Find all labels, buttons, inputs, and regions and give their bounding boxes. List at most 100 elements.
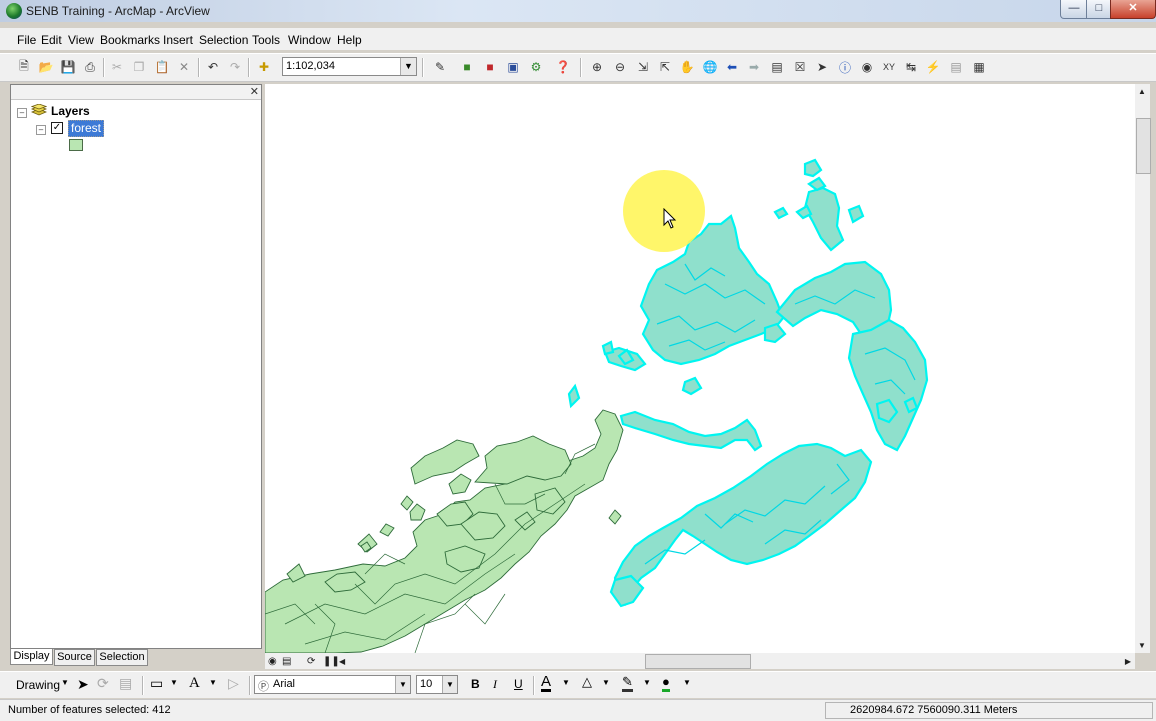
fixed-zoom-in-icon[interactable]: ⇲ xyxy=(634,58,652,76)
font-size-dropdown[interactable]: 10 ▼ xyxy=(416,675,458,694)
select-elements-arrow-icon[interactable]: ➤ xyxy=(813,58,831,76)
html-popup-icon[interactable]: ▤ xyxy=(947,58,965,76)
create-viewer-window-icon[interactable]: ▦ xyxy=(970,58,988,76)
undo-icon[interactable]: ↶ xyxy=(204,58,222,76)
paste-icon[interactable]: 📋 xyxy=(153,58,171,76)
menu-tools[interactable]: Tools xyxy=(252,33,280,47)
chevron-down-icon[interactable]: ▼ xyxy=(562,678,570,687)
select-by-rectangle-icon[interactable]: ▤ xyxy=(768,58,786,76)
collapse-layers-icon[interactable]: – xyxy=(17,108,27,118)
pause-drawing-icon[interactable]: ❚❚ xyxy=(323,656,340,667)
text-tool[interactable]: A xyxy=(189,675,200,692)
clear-selection-icon[interactable]: ☒ xyxy=(791,58,809,76)
identify-info-icon[interactable]: ⓘ xyxy=(836,58,854,76)
fill-color-bucket-icon[interactable]: △ xyxy=(582,674,592,692)
drawing-menu[interactable]: Drawing xyxy=(16,678,60,692)
arccatalog-icon[interactable]: ■ xyxy=(458,58,476,76)
chevron-down-icon[interactable]: ▼ xyxy=(442,676,457,693)
open-folder-icon[interactable]: 📂 xyxy=(37,58,55,76)
table-of-contents: ✕ – Layers – ✓ forest xyxy=(10,84,262,649)
save-icon[interactable]: 💾 xyxy=(59,58,77,76)
horizontal-scroll-thumb[interactable] xyxy=(645,654,751,669)
map-display[interactable] xyxy=(265,84,1135,653)
data-view-icon[interactable]: ◉ xyxy=(268,656,277,667)
menu-window[interactable]: Window xyxy=(288,33,331,47)
cut-icon[interactable]: ✂ xyxy=(108,58,126,76)
fixed-zoom-out-icon[interactable]: ⇱ xyxy=(656,58,674,76)
menu-view[interactable]: View xyxy=(68,33,94,47)
pan-hand-icon[interactable]: ✋ xyxy=(678,58,696,76)
zoom-in-icon[interactable]: ⊕ xyxy=(588,58,606,76)
toolbar-separator xyxy=(422,58,424,77)
cursor-coordinates: 2620984.672 7560090.311 Meters xyxy=(850,704,1018,716)
hyperlink-lightning-icon[interactable]: ⚡ xyxy=(924,58,942,76)
menu-selection[interactable]: Selection xyxy=(199,33,248,47)
add-data-icon[interactable]: ✚ xyxy=(255,58,273,76)
chevron-down-icon[interactable]: ▼ xyxy=(170,678,178,687)
arctoolbox-icon[interactable]: ■ xyxy=(481,58,499,76)
minimize-button[interactable]: — xyxy=(1060,0,1088,19)
whats-this-help-icon[interactable]: ❓ xyxy=(554,58,572,76)
tab-display[interactable]: Display xyxy=(10,649,53,665)
collapse-forest-icon[interactable]: – xyxy=(36,125,46,135)
model-builder-icon[interactable]: ⚙ xyxy=(527,58,545,76)
menu-edit[interactable]: Edit xyxy=(41,33,62,47)
font-color-icon[interactable]: A xyxy=(541,674,552,692)
menu-bookmarks[interactable]: Bookmarks xyxy=(100,33,160,47)
toc-root-layers[interactable]: Layers xyxy=(51,104,90,118)
full-extent-globe-icon[interactable]: 🌐 xyxy=(701,58,719,76)
back-arrow-icon[interactable]: ⬅ xyxy=(723,58,741,76)
marker-color-icon[interactable]: ● xyxy=(662,674,670,692)
italic-button[interactable]: I xyxy=(493,677,497,692)
bold-button[interactable]: B xyxy=(471,677,480,691)
line-color-pen-icon[interactable]: ✎ xyxy=(622,674,633,692)
new-document-icon[interactable]: 🗎 xyxy=(15,58,33,76)
scroll-up-arrow-icon[interactable]: ▲ xyxy=(1138,87,1146,96)
print-icon[interactable]: ⎙ xyxy=(81,58,99,76)
find-binoculars-icon[interactable]: ◉ xyxy=(858,58,876,76)
select-elements-arrow-icon[interactable]: ➤ xyxy=(77,676,89,693)
close-button[interactable]: ✕ xyxy=(1110,0,1156,19)
forest-visibility-checkbox[interactable]: ✓ xyxy=(51,122,63,134)
rectangle-tool-icon[interactable]: ▭ xyxy=(150,675,163,692)
edit-vertices-icon[interactable]: ▷ xyxy=(228,675,239,692)
tab-source[interactable]: Source xyxy=(54,649,95,666)
zoom-out-icon[interactable]: ⊖ xyxy=(611,58,629,76)
font-name-dropdown[interactable]: Ⓟ Arial ▼ xyxy=(254,675,411,694)
menu-insert[interactable]: Insert xyxy=(163,33,193,47)
map-vertical-scrollbar[interactable]: ▲ ▼ xyxy=(1135,84,1151,653)
underline-button[interactable]: U xyxy=(514,677,523,691)
delete-icon[interactable]: ✕ xyxy=(175,58,193,76)
rotate-icon[interactable]: ⟳ xyxy=(97,675,109,692)
chevron-down-icon[interactable]: ▼ xyxy=(209,678,217,687)
menu-help[interactable]: Help xyxy=(337,33,362,47)
copy-icon[interactable]: ❐ xyxy=(130,58,148,76)
go-to-xy-icon[interactable]: XY xyxy=(880,58,898,76)
redo-icon[interactable]: ↷ xyxy=(226,58,244,76)
menu-file[interactable]: File xyxy=(17,33,36,47)
scroll-left-arrow-icon[interactable]: ◀ xyxy=(339,657,345,666)
chevron-down-icon[interactable]: ▼ xyxy=(643,678,651,687)
layout-view-icon[interactable]: ▤ xyxy=(282,656,291,667)
chevron-down-icon[interactable]: ▼ xyxy=(683,678,691,687)
toc-layer-forest[interactable]: forest xyxy=(68,120,105,137)
editor-toolbar-icon[interactable]: ✎ xyxy=(431,58,449,76)
chevron-down-icon[interactable]: ▼ xyxy=(400,58,416,75)
chevron-down-icon[interactable]: ▼ xyxy=(61,678,69,687)
vertical-scroll-thumb[interactable] xyxy=(1136,118,1151,174)
chevron-down-icon[interactable]: ▼ xyxy=(395,676,410,693)
scroll-down-arrow-icon[interactable]: ▼ xyxy=(1138,641,1146,650)
close-icon[interactable]: ✕ xyxy=(250,85,259,98)
chevron-down-icon[interactable]: ▼ xyxy=(602,678,610,687)
map-horizontal-scrollbar[interactable]: ◉ ▤ ⟳ ❚❚ ◀ ▶ xyxy=(265,653,1135,669)
refresh-icon[interactable]: ⟳ xyxy=(307,656,315,667)
measure-icon[interactable]: ↹ xyxy=(902,58,920,76)
zoom-to-elements-icon[interactable]: ▤ xyxy=(119,675,132,692)
scroll-right-arrow-icon[interactable]: ▶ xyxy=(1125,657,1131,666)
map-scale-dropdown[interactable]: 1:102,034 ▼ xyxy=(282,57,417,76)
python-window-icon[interactable]: ▣ xyxy=(504,58,522,76)
maximize-button[interactable]: □ xyxy=(1086,0,1112,19)
forward-arrow-icon[interactable]: ➡ xyxy=(745,58,763,76)
tab-selection[interactable]: Selection xyxy=(96,649,148,666)
drawing-toolbar: Drawing ▼ ➤ ⟳ ▤ ▭ ▼ A ▼ ▷ Ⓟ Arial ▼ 10 ▼… xyxy=(0,671,1156,698)
